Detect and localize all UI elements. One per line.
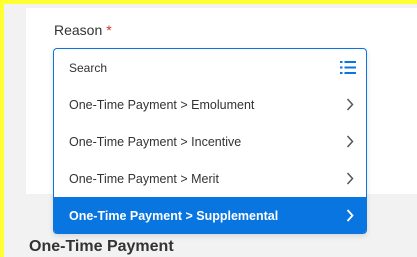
- option-label: One-Time Payment > Emolument: [69, 97, 255, 112]
- screen-frame: Reason * Search One-Time Payment > Emolum…: [0, 0, 417, 257]
- option-label: One-Time Payment > Merit: [69, 171, 219, 186]
- chevron-right-icon: [346, 172, 354, 185]
- option-merit[interactable]: One-Time Payment > Merit: [54, 160, 366, 197]
- option-emolument[interactable]: One-Time Payment > Emolument: [54, 86, 366, 123]
- option-label: One-Time Payment > Supplemental: [69, 208, 279, 223]
- search-placeholder: Search: [69, 60, 108, 75]
- reason-dropdown[interactable]: Search One-Time Payment > Emolument One-…: [53, 48, 367, 234]
- search-input[interactable]: Search: [54, 49, 366, 86]
- option-label: One-Time Payment > Incentive: [69, 134, 242, 149]
- field-label-text: Reason: [54, 22, 103, 38]
- chevron-right-icon: [346, 135, 354, 148]
- chevron-right-icon: [346, 98, 354, 111]
- reason-field-label: Reason *: [54, 22, 112, 38]
- option-incentive[interactable]: One-Time Payment > Incentive: [54, 123, 366, 160]
- chevron-right-icon: [346, 209, 354, 222]
- option-supplemental[interactable]: One-Time Payment > Supplemental: [54, 197, 366, 233]
- list-icon[interactable]: [340, 61, 356, 74]
- required-marker: *: [106, 22, 112, 38]
- section-title: One-Time Payment: [29, 238, 174, 255]
